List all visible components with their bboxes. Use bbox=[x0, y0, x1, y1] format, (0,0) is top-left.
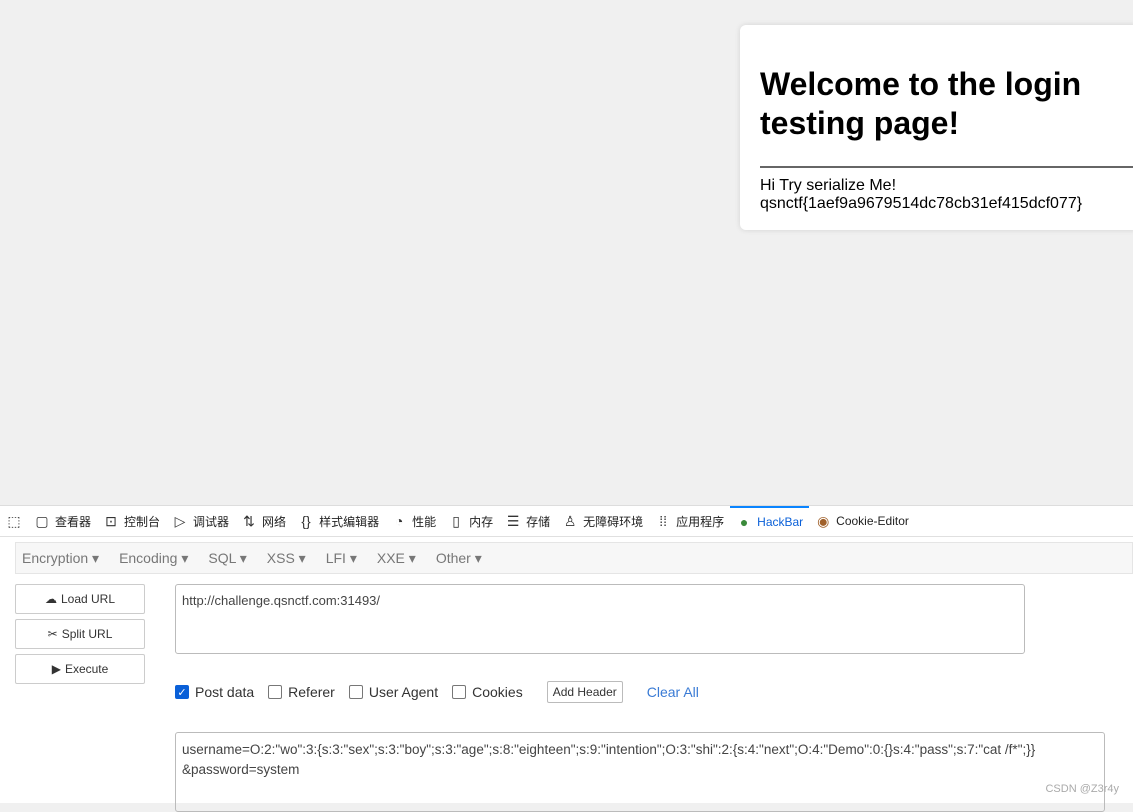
post-data-label: Post data bbox=[195, 684, 255, 700]
referer-checkbox[interactable]: Referer bbox=[268, 684, 335, 700]
memory-icon: ▯ bbox=[452, 512, 460, 529]
scissors-icon: ✂ bbox=[47, 627, 58, 641]
network-icon: ⇅ bbox=[243, 512, 255, 529]
post-data-line: username=O:2:"wo":3:{s:3:"sex";s:3:"boy"… bbox=[182, 742, 1036, 757]
tab-cookie[interactable]: ◉ Cookie-Editor bbox=[809, 506, 915, 537]
url-input[interactable]: http://challenge.qsnctf.com:31493/ bbox=[175, 584, 1025, 654]
menu-dropdown[interactable]: Encoding ▾ bbox=[119, 550, 188, 567]
referer-label: Referer bbox=[288, 684, 335, 700]
user-agent-checkbox[interactable]: User Agent bbox=[348, 684, 439, 700]
menu-dropdown[interactable]: Other ▾ bbox=[436, 550, 482, 567]
page-title: Welcome to the login testing page! bbox=[760, 66, 1082, 141]
tab-accessibility[interactable]: ♙ 无障碍环境 bbox=[556, 506, 649, 537]
style-editor-icon: {} bbox=[301, 513, 311, 529]
load-url-label: Load URL bbox=[60, 592, 116, 606]
tab-label: 网络 bbox=[262, 514, 287, 529]
execute-button[interactable]: ▶ Execute bbox=[15, 654, 145, 684]
split-url-label: Split URL bbox=[61, 627, 113, 641]
tab-label: 应用程序 bbox=[676, 514, 725, 529]
inspector-icon: ▢ bbox=[35, 512, 49, 529]
tab-label: 控制台 bbox=[124, 514, 161, 529]
user-agent-label: User Agent bbox=[368, 684, 439, 700]
tab-label: HackBar bbox=[757, 515, 804, 529]
tab-label: 样式编辑器 bbox=[319, 514, 380, 529]
tab-memory[interactable]: ▯ 内存 bbox=[442, 506, 499, 537]
tab-label: 查看器 bbox=[55, 514, 92, 529]
tab-debugger[interactable]: ▷ 调试器 bbox=[166, 506, 235, 537]
play-icon: ▶ bbox=[51, 662, 61, 676]
picker-icon: ⬚ bbox=[7, 512, 21, 529]
divider bbox=[760, 166, 1133, 168]
tab-label: 无障碍环境 bbox=[583, 514, 644, 529]
devtools-panel: ⬚ ▢ 查看器 ⊡ 控制台 ▷ 调试器 ⇅ 网络 {} 样式编辑器 ◔ 性能 ▯ 内存 ☰ 存储 ♙ 无障碍环境 ⁞⁞… bbox=[0, 505, 1133, 812]
post-data-line: &password=system bbox=[182, 762, 300, 777]
hackbar-icon: ● bbox=[739, 514, 749, 530]
checkbox-icon bbox=[452, 685, 467, 699]
cookies-checkbox[interactable]: Cookies bbox=[452, 684, 523, 700]
load-url-button[interactable]: ☁ Load URL bbox=[15, 584, 145, 614]
menu-dropdown[interactable]: SQL ▾ bbox=[208, 550, 246, 567]
tab-application[interactable]: ⁞⁞ 应用程序 bbox=[649, 506, 730, 537]
menu-dropdown[interactable]: Encryption ▾ bbox=[22, 550, 99, 567]
accessibility-icon: ♙ bbox=[563, 512, 577, 529]
tab-inspector[interactable]: ▢ 查看器 bbox=[28, 506, 97, 537]
application-icon: ⁞⁞ bbox=[659, 513, 668, 529]
login-card: Welcome to the login testing page! Hi Tr… bbox=[740, 25, 1133, 230]
tab-hackbar[interactable]: ● HackBar bbox=[730, 505, 810, 537]
post-data-checkbox[interactable]: ✓ Post data bbox=[175, 684, 254, 700]
menu-dropdown[interactable]: LFI ▾ bbox=[326, 550, 357, 567]
tab-label: Cookie-Editor bbox=[836, 514, 909, 528]
split-url-button[interactable]: ✂ Split URL bbox=[15, 619, 145, 649]
menu-dropdown[interactable]: XXE ▾ bbox=[377, 550, 416, 567]
tab-network[interactable]: ⇅ 网络 bbox=[235, 506, 292, 537]
options-row: ✓ Post data Referer User Agent Cookies Ad… bbox=[175, 681, 699, 703]
tab-console[interactable]: ⊡ 控制台 bbox=[97, 506, 166, 537]
watermark: CSDN @Z3r4y bbox=[1045, 783, 1119, 795]
tab-label: 性能 bbox=[412, 514, 437, 529]
cloud-download-icon: ☁ bbox=[44, 592, 57, 606]
debugger-icon: ▷ bbox=[174, 512, 186, 529]
menu-dropdown[interactable]: XSS ▾ bbox=[267, 550, 306, 567]
performance-icon: ◔ bbox=[394, 513, 404, 529]
checkbox-icon bbox=[348, 685, 363, 699]
cookies-label: Cookies bbox=[472, 684, 523, 700]
clear-all-link[interactable]: Clear All bbox=[647, 684, 699, 700]
cookie-icon: ◉ bbox=[817, 512, 830, 529]
checkbox-checked-icon: ✓ bbox=[175, 685, 189, 699]
greeting-text: Hi Try serialize Me! bbox=[760, 177, 897, 194]
flag-text: qsnctf{1aef9a9679514dc78cb31ef415dcf077} bbox=[760, 195, 1083, 212]
devtools-tabs: ⬚ ▢ 查看器 ⊡ 控制台 ▷ 调试器 ⇅ 网络 {} 样式编辑器 ◔ 性能 ▯ 内存 ☰ 存储 ♙ 无障碍环境 ⁞⁞… bbox=[0, 505, 1133, 537]
post-data-input[interactable]: username=O:2:"wo":3:{s:3:"sex";s:3:"boy"… bbox=[175, 732, 1105, 812]
tab-performance[interactable]: ◔ 性能 bbox=[385, 506, 442, 537]
tab-label: 内存 bbox=[469, 514, 494, 529]
tab-label: 存储 bbox=[526, 514, 551, 529]
tab-label: 调试器 bbox=[193, 514, 230, 529]
tab-picker[interactable]: ⬚ bbox=[0, 506, 28, 537]
hackbar-menu: Encryption ▾ Encoding ▾ SQL ▾ XSS ▾ LFI ▾ XXE… bbox=[15, 542, 1133, 574]
tab-storage[interactable]: ☰ 存储 bbox=[499, 506, 556, 537]
execute-label: Execute bbox=[64, 662, 109, 676]
tab-style-editor[interactable]: {} 样式编辑器 bbox=[292, 506, 385, 537]
add-header-button[interactable]: Add Header bbox=[546, 681, 623, 703]
checkbox-icon bbox=[268, 685, 283, 699]
storage-icon: ☰ bbox=[506, 512, 520, 529]
console-icon: ⊡ bbox=[105, 512, 117, 529]
